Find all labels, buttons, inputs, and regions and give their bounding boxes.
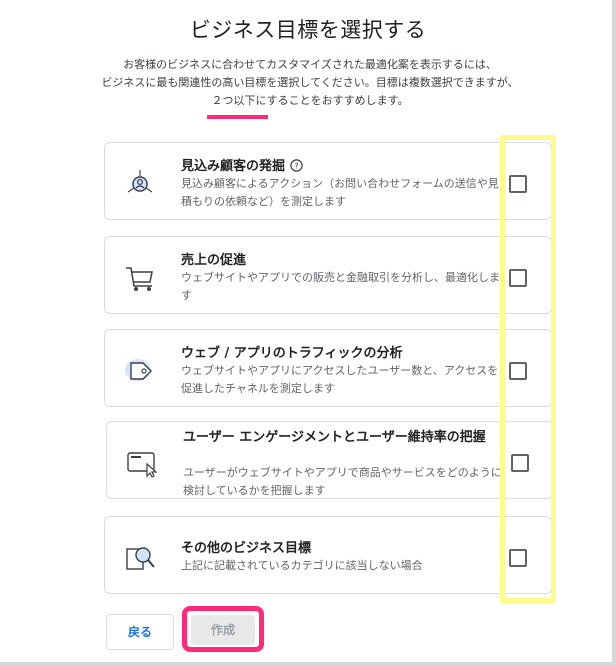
goal-card-title: 売上の促進 xyxy=(181,253,247,268)
cart-icon xyxy=(123,261,157,295)
help-icon[interactable]: ? xyxy=(290,159,303,174)
goal-card-title: その他のビジネス目標 xyxy=(181,541,312,556)
goal-card-sales[interactable]: 売上の促進 ウェブサイトやアプリでの販売と金融取引を分析し、最適化します xyxy=(104,236,552,314)
lead-icon xyxy=(123,167,157,201)
dialog-frame: ビジネス目標を選択する お客様のビジネスに合わせてカスタマイズされた最適化案を表… xyxy=(0,0,616,666)
screen-cursor-icon xyxy=(125,446,159,480)
tag-icon xyxy=(123,354,157,388)
goal-card-lead-generation[interactable]: 見込み顧客の発掘 ? 見込み顧客によるアクション（お問い合わせフォームの送信や見… xyxy=(104,142,552,220)
desc-line-2: ビジネスに最も関連性の高い目標を選択してください。目標は複数選択できますが、 xyxy=(101,76,519,89)
goal-checkbox[interactable] xyxy=(509,269,527,287)
goal-card-description: ウェブサイトやアプリでの販売と金融取引を分析し、最適化します xyxy=(181,271,500,302)
goal-card-engagement[interactable]: ユーザー エンゲージメントとユーザー維持率の把握 ユーザーがウェブサイトやアプリ… xyxy=(106,421,554,499)
desc-line-3: ２つ以下にすることをおすすめします。 xyxy=(211,94,409,107)
goal-card-description: 上記に記載されているカテゴリに該当しない場合 xyxy=(181,559,423,572)
desc-line-1: お客様のビジネスに合わせてカスタマイズされた最適化案を表示するには、 xyxy=(123,58,497,71)
highlight-underline xyxy=(207,115,268,119)
create-button[interactable]: 作成 xyxy=(191,615,255,645)
goal-card-title: 見込み顧客の発掘 ? xyxy=(181,155,303,174)
goal-title-text: 見込み顧客の発掘 xyxy=(181,159,286,174)
create-button-highlight: 作成 xyxy=(182,606,264,652)
back-button[interactable]: 戻る xyxy=(106,614,174,650)
magnifier-icon xyxy=(123,541,157,575)
page-title: ビジネス目標を選択する xyxy=(189,18,427,42)
goal-card-description: 見込み顧客によるアクション（お問い合わせフォームの送信や見積もりの依頼など）を測… xyxy=(181,177,499,208)
goal-card-title: ウェブ / アプリのトラフィックの分析 xyxy=(181,346,403,361)
goal-checkbox[interactable] xyxy=(509,549,527,567)
page-description: お客様のビジネスに合わせてカスタマイズされた最適化案を表示するには、 ビジネスに… xyxy=(60,56,560,119)
goal-checkbox[interactable] xyxy=(509,362,527,380)
goal-checkbox[interactable] xyxy=(509,175,527,193)
svg-text:?: ? xyxy=(294,162,298,171)
goal-checkbox[interactable] xyxy=(511,454,529,472)
goal-card-description: ユーザーがウェブサイトやアプリで商品やサービスをどのように検討しているかを把握し… xyxy=(183,466,502,497)
goal-card-traffic[interactable]: ウェブ / アプリのトラフィックの分析 ウェブサイトやアプリにアクセスしたユーザ… xyxy=(104,329,552,407)
goal-card-description: ウェブサイトやアプリにアクセスしたユーザー数と、アクセスを促進したチャネルを測定… xyxy=(181,364,499,395)
goal-card-other[interactable]: その他のビジネス目標 上記に記載されているカテゴリに該当しない場合 xyxy=(104,516,552,594)
goal-card-title: ユーザー エンゲージメントとユーザー維持率の把握 xyxy=(183,430,486,445)
